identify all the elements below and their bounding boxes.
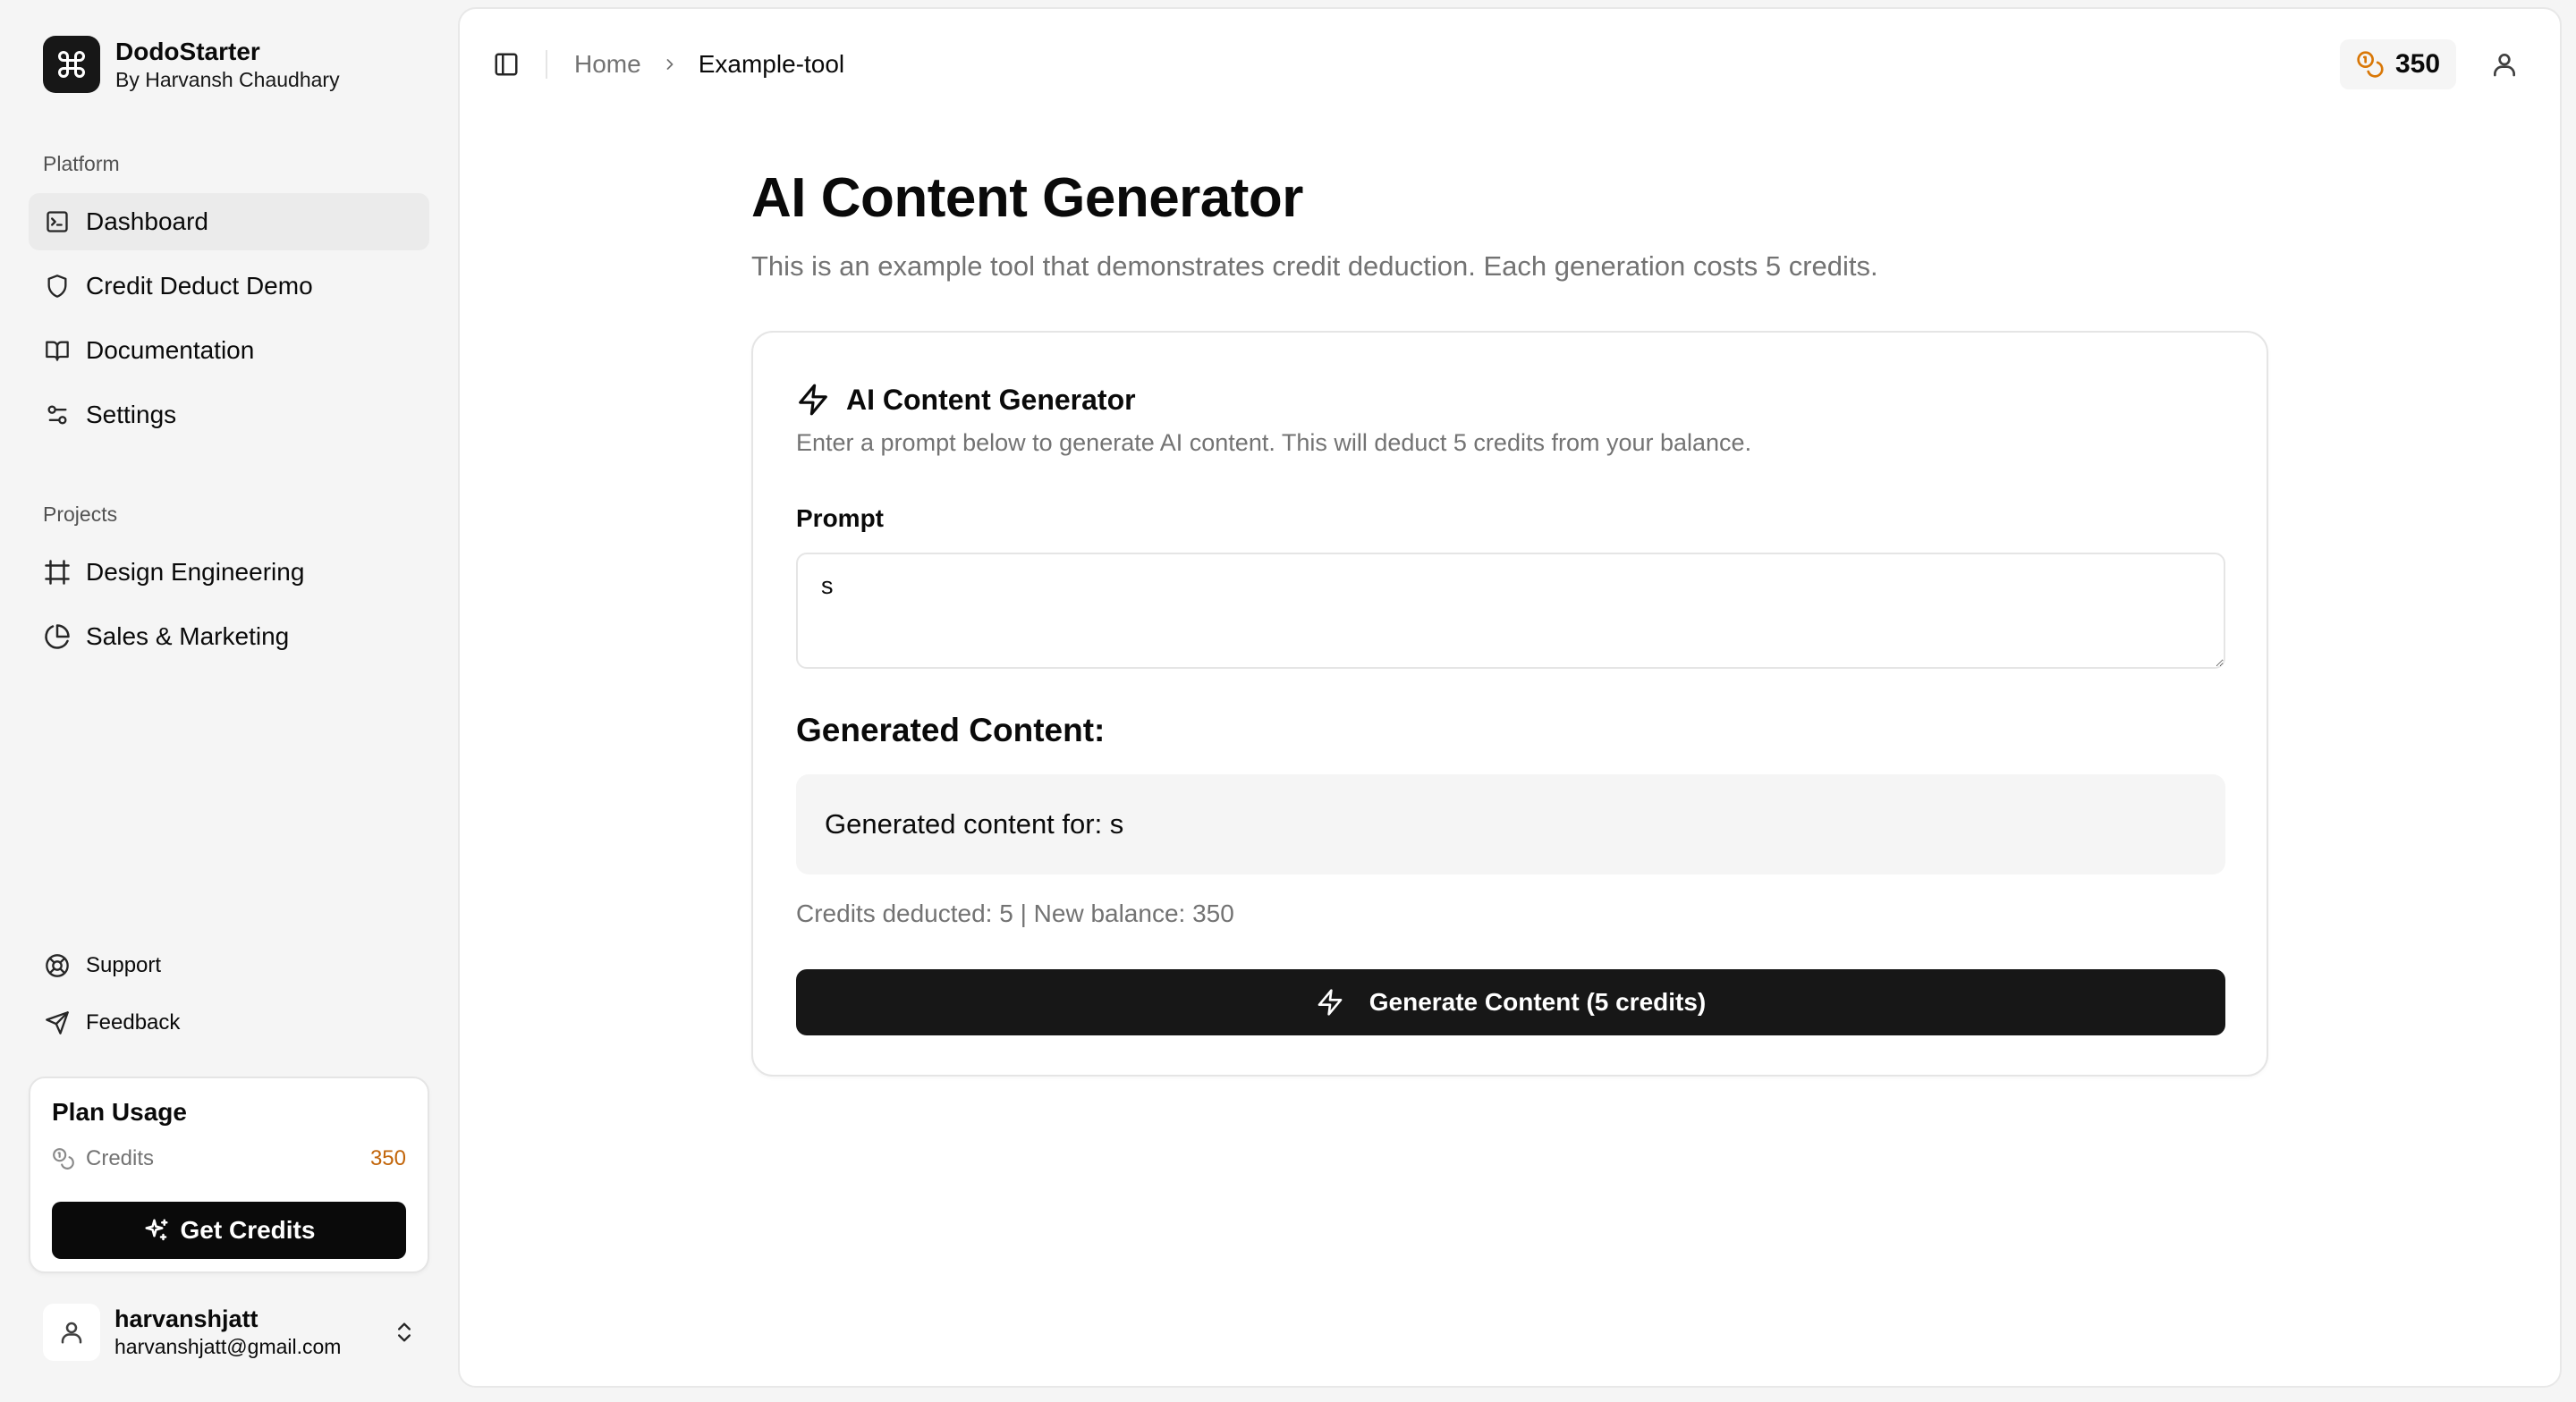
app-name: DodoStarter [115,38,260,65]
coins-icon [52,1147,75,1170]
divider [546,50,547,79]
sidebar-item-feedback[interactable]: Feedback [29,998,429,1048]
coins-icon [2356,50,2385,79]
brand[interactable]: DodoStarter By Harvansh Chaudhary [43,36,340,93]
chevrons-up-down-icon [392,1320,417,1345]
app-byline: By Harvansh Chaudhary [115,68,340,91]
avatar [43,1304,100,1361]
sidebar-item-label: Dashboard [86,207,208,235]
projects-group-label: Projects [43,503,118,526]
sparkles-icon [143,1217,170,1244]
generate-content-label: Generate Content (5 credits) [1368,988,1707,1016]
breadcrumb-home[interactable]: Home [574,50,641,79]
sidebar-item-label: Support [86,953,162,977]
page-description: This is an example tool that demonstrate… [751,250,1878,282]
chevron-right-icon [661,55,679,73]
shield-icon [43,272,72,300]
sidebar-item-label: Credit Deduct Demo [86,272,313,300]
book-icon [43,336,72,365]
breadcrumb-current: Example-tool [698,50,845,78]
sidebar-item-dashboard[interactable]: Dashboard [29,193,429,250]
sidebar-item-label: Sales & Marketing [86,622,290,650]
sidebar-item-label: Documentation [86,336,255,364]
top-bar: Home Example-tool 350 [460,9,2560,123]
card-header: AI Content Generator [796,383,1136,417]
sidebar-item-settings[interactable]: Settings [29,386,429,443]
platform-group-label: Platform [43,152,120,175]
generated-content-output: Generated content for: s [796,774,2225,874]
sidebar-item-label: Settings [86,401,177,428]
sidebar-item-label: Feedback [86,1010,181,1035]
user-name: harvanshjatt [114,1305,258,1332]
sliders-icon [43,401,72,429]
sidebar-item-sales-marketing[interactable]: Sales & Marketing [29,608,429,665]
user-account-button[interactable] [2487,46,2522,82]
generate-content-button[interactable]: Generate Content (5 credits) [796,969,2225,1035]
plan-credits-value: 350 [369,1146,406,1170]
content-generator-card: AI Content Generator Enter a prompt belo… [751,331,2268,1077]
command-icon [43,36,100,93]
user-icon [2490,50,2519,79]
sidebar-item-support[interactable]: Support [29,941,429,991]
prompt-input[interactable] [796,553,2225,669]
plan-credits-label: Credits [86,1146,155,1170]
sidebar-item-label: Design Engineering [86,558,305,586]
card-title: AI Content Generator [846,383,1136,416]
pie-chart-icon [43,622,72,651]
prompt-label: Prompt [796,504,884,532]
credit-balance-value: 350 [2394,49,2441,79]
user-icon [58,1319,85,1346]
plan-credits-row: Credits 350 [52,1144,406,1173]
user-email: harvanshjatt@gmail.com [114,1335,342,1358]
credits-deducted-info: Credits deducted: 5 | New balance: 350 [796,899,1234,927]
user-menu[interactable]: harvanshjatt harvanshjatt@gmail.com [29,1295,429,1370]
breadcrumb: Home Example-tool [574,48,844,80]
plan-usage-title: Plan Usage [52,1098,187,1126]
credit-balance-badge[interactable]: 350 [2340,39,2456,89]
generated-content-heading: Generated Content: [796,712,1106,748]
sidebar: DodoStarter By Harvansh Chaudhary Platfo… [0,0,456,1402]
main-panel: Home Example-tool 350 AI Content Generat… [458,7,2562,1388]
dashboard-icon [43,207,72,236]
page-title: AI Content Generator [751,167,1303,229]
send-icon [43,1009,72,1037]
sidebar-item-credit-deduct-demo[interactable]: Credit Deduct Demo [29,258,429,315]
life-buoy-icon [43,951,72,980]
card-description: Enter a prompt below to generate AI cont… [796,429,1752,456]
get-credits-label: Get Credits [180,1216,316,1244]
panel-left-icon [493,51,520,78]
zap-icon [796,383,830,417]
zap-icon [1316,988,1344,1017]
sidebar-item-design-engineering[interactable]: Design Engineering [29,544,429,601]
plan-usage-card: Plan Usage Credits 350 Get Credits [29,1077,429,1273]
sidebar-item-documentation[interactable]: Documentation [29,322,429,379]
sidebar-toggle-button[interactable] [488,46,524,82]
frame-icon [43,558,72,587]
get-credits-button[interactable]: Get Credits [52,1202,406,1259]
